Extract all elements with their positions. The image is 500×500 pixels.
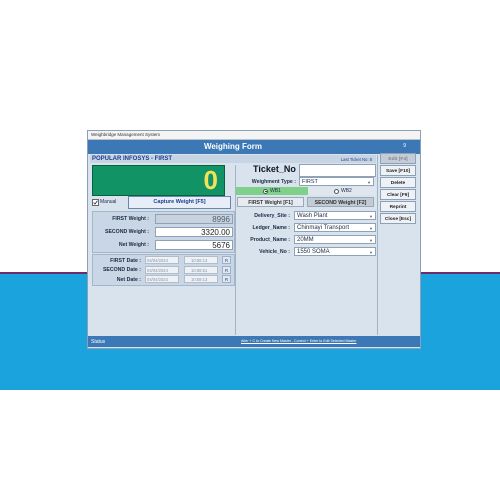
- ticket-no-label: Ticket_No: [253, 164, 296, 174]
- window-titlebar: Weighbridge Management System: [88, 131, 420, 140]
- shortcut-hint-link[interactable]: Alter + C to Create New Master , Control…: [241, 339, 356, 343]
- second-date-row: SECOND Date : 04/04/2024 10:58:51 R: [93, 265, 234, 275]
- vehicle-no-row: Vehicle_No : 1550 SOMA ▼: [236, 247, 376, 256]
- weighbridge-selector: WB1 WB2: [236, 187, 376, 195]
- second-weight-field[interactable]: 3320.00: [155, 227, 233, 237]
- chevron-down-icon[interactable]: ▼: [369, 248, 373, 257]
- weighment-type-select[interactable]: FIRST ▼: [299, 177, 374, 186]
- form-header: Weighing Form 9: [88, 140, 420, 154]
- window-title: Weighbridge Management System: [91, 132, 160, 137]
- first-date-field: 04/04/2024: [145, 256, 179, 264]
- wb2-radio[interactable]: [334, 188, 339, 194]
- save-button[interactable]: Save [F10]: [380, 165, 416, 176]
- weights-panel: FIRST Weight : 8996 SECOND Weight : 3320…: [92, 211, 235, 253]
- ledger-name-value: Chinmayi Transport: [297, 225, 350, 231]
- net-date-label: Net Date :: [116, 276, 141, 283]
- clear-button[interactable]: Clear [F9]: [380, 189, 416, 200]
- delivery-site-select[interactable]: Wash Plant ▼: [294, 211, 376, 220]
- second-time-field: 10:58:51: [184, 265, 218, 274]
- weighment-type-value: FIRST: [302, 179, 318, 185]
- first-weight-field: 8996: [155, 214, 233, 224]
- checkbox-icon[interactable]: [92, 199, 99, 206]
- net-weight-label: Net Weight :: [118, 242, 149, 248]
- delivery-site-row: Delivery_Site : Wash Plant ▼: [236, 211, 376, 220]
- delivery-site-label: Delivery_Site :: [254, 212, 290, 219]
- last-ticket-label: Last Ticket No: 8: [340, 156, 372, 162]
- vehicle-no-select[interactable]: 1550 SOMA ▼: [294, 247, 376, 256]
- product-name-label: Product_Name :: [250, 236, 290, 243]
- delete-button[interactable]: Delete: [380, 177, 416, 188]
- first-time-field: 10:58:13: [184, 256, 218, 264]
- wb1-radio[interactable]: [263, 188, 268, 194]
- wb1-label: WB1: [270, 188, 281, 194]
- manual-label: Manual: [100, 199, 117, 205]
- first-date-label: FIRST Date :: [110, 257, 141, 264]
- second-weight-row: SECOND Weight : 3320.00: [93, 227, 234, 238]
- weight-display-value: 0: [203, 165, 218, 195]
- first-date-row: FIRST Date : 04/04/2024 10:58:13 R: [93, 256, 234, 265]
- net-weight-field: 5676: [155, 240, 233, 250]
- first-date-reset-button[interactable]: R: [222, 256, 231, 264]
- ticket-no-input[interactable]: [299, 164, 376, 177]
- tab-second-weight[interactable]: SECOND Weight [F2]: [307, 197, 374, 207]
- chevron-down-icon[interactable]: ▼: [367, 178, 371, 187]
- sidebar-divider: [377, 155, 378, 335]
- background-bottom: [0, 390, 500, 500]
- weighing-form-window: Weighbridge Management System Weighing F…: [87, 130, 421, 349]
- second-weight-label: SECOND Weight :: [105, 229, 149, 235]
- product-name-value: 20MM: [297, 237, 314, 243]
- ledger-name-label: Ledger_Name :: [252, 224, 290, 231]
- form-title: Weighing Form: [203, 142, 263, 151]
- company-name: POPULAR INFOSYS - FIRST: [92, 156, 173, 162]
- reprint-button[interactable]: Reprint: [380, 201, 416, 212]
- net-time-field: 10:59:13: [184, 275, 218, 283]
- chevron-down-icon[interactable]: ▼: [369, 236, 373, 245]
- wb2-label: WB2: [341, 188, 352, 194]
- chevron-down-icon[interactable]: ▼: [369, 224, 373, 233]
- ledger-name-row: Ledger_Name : Chinmayi Transport ▼: [236, 223, 376, 232]
- status-label: Status: [91, 339, 106, 345]
- dates-panel: FIRST Date : 04/04/2024 10:58:13 R SECON…: [92, 254, 235, 286]
- status-bar: Status Alter + C to Create New Master , …: [88, 336, 420, 347]
- net-date-row: Net Date : 04/04/2024 10:59:13 R: [93, 275, 234, 284]
- weighment-type-label: Weighment Type :: [251, 179, 296, 185]
- form-number: 9: [403, 143, 406, 149]
- edit-button[interactable]: Edit [F4]: [380, 153, 416, 164]
- first-weight-row: FIRST Weight : 8996: [93, 214, 234, 225]
- second-date-field: 04/04/2024: [145, 265, 179, 274]
- net-date-field: 04/04/2024: [145, 275, 179, 283]
- second-date-reset-button[interactable]: R: [222, 265, 231, 274]
- capture-weight-button[interactable]: Capture Weight [F5]: [128, 196, 231, 209]
- product-name-row: Product_Name : 20MM ▼: [236, 235, 376, 244]
- net-date-reset-button[interactable]: R: [222, 275, 231, 283]
- net-weight-row: Net Weight : 5676: [93, 240, 234, 251]
- ledger-name-select[interactable]: Chinmayi Transport ▼: [294, 223, 376, 232]
- first-weight-label: FIRST Weight :: [112, 216, 149, 222]
- delivery-site-value: Wash Plant: [297, 213, 328, 219]
- product-name-select[interactable]: 20MM ▼: [294, 235, 376, 244]
- close-button[interactable]: Close [Esc]: [380, 213, 416, 224]
- company-bar: POPULAR INFOSYS - FIRST Last Ticket No: …: [90, 155, 376, 163]
- chevron-down-icon[interactable]: ▼: [369, 212, 373, 221]
- vehicle-no-label: Vehicle_No :: [259, 248, 290, 255]
- second-date-label: SECOND Date :: [102, 267, 141, 273]
- tab-first-weight[interactable]: FIRST Weight [F1]: [237, 197, 304, 207]
- weight-display: 0: [92, 165, 225, 196]
- vehicle-no-value: 1550 SOMA: [297, 249, 330, 255]
